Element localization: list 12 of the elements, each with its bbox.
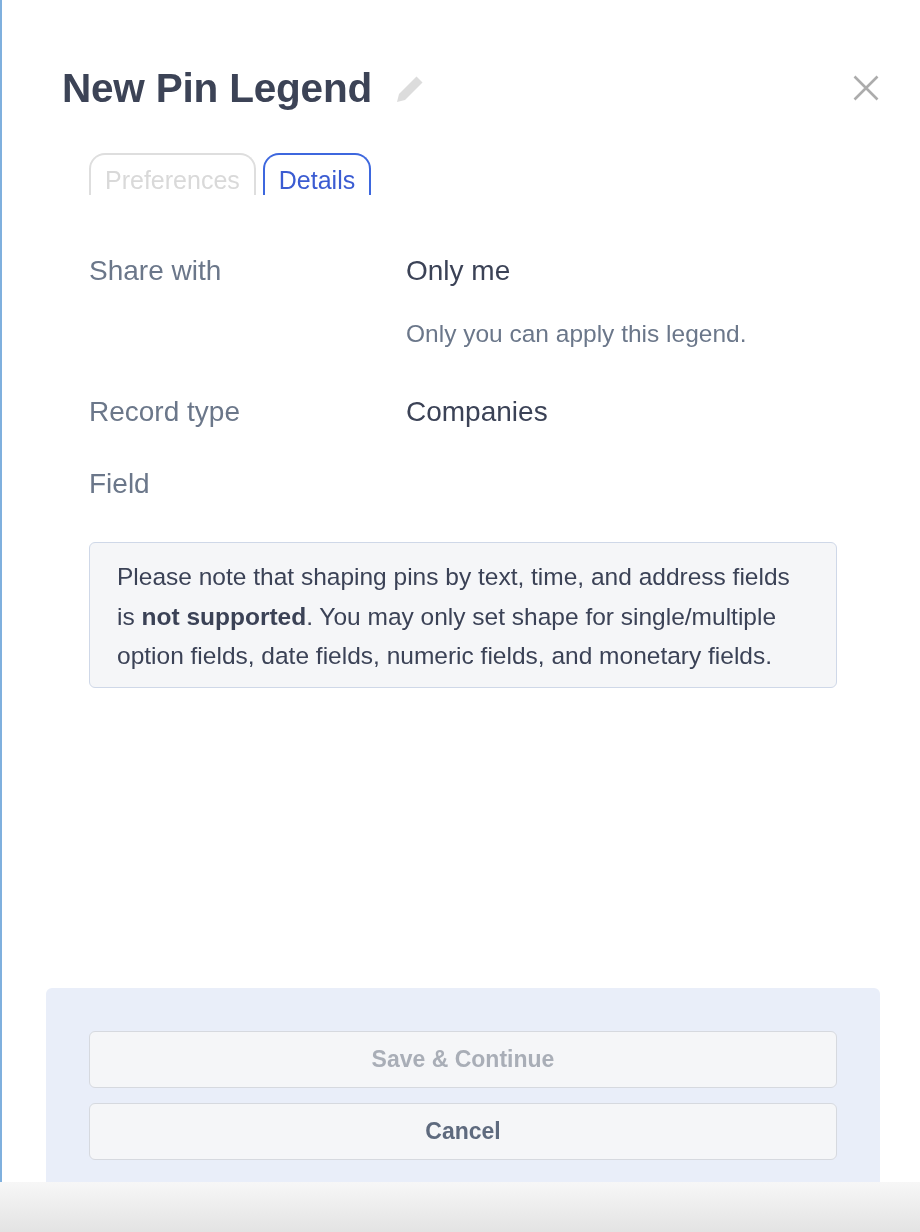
pencil-icon[interactable]	[395, 74, 424, 104]
info-notice: Please note that shaping pins by text, time, and address fields is not supported. You may only set shape for single/multiple option fields, date fields, numeric fields, and monetary fields.	[89, 542, 837, 688]
field-value[interactable]: Companies	[406, 396, 548, 428]
field-value[interactable]: Only me	[406, 255, 747, 287]
field-label: Field	[89, 468, 151, 500]
field-label: Record type	[89, 396, 241, 428]
close-icon[interactable]	[853, 75, 879, 101]
tab[interactable]: Details	[262, 153, 372, 195]
help-text: Only you can apply this legend.	[406, 319, 747, 349]
action-button[interactable]: Cancel	[89, 1103, 837, 1160]
dialog-title: New Pin Legend	[62, 64, 372, 113]
field-label: Share with	[89, 255, 223, 287]
